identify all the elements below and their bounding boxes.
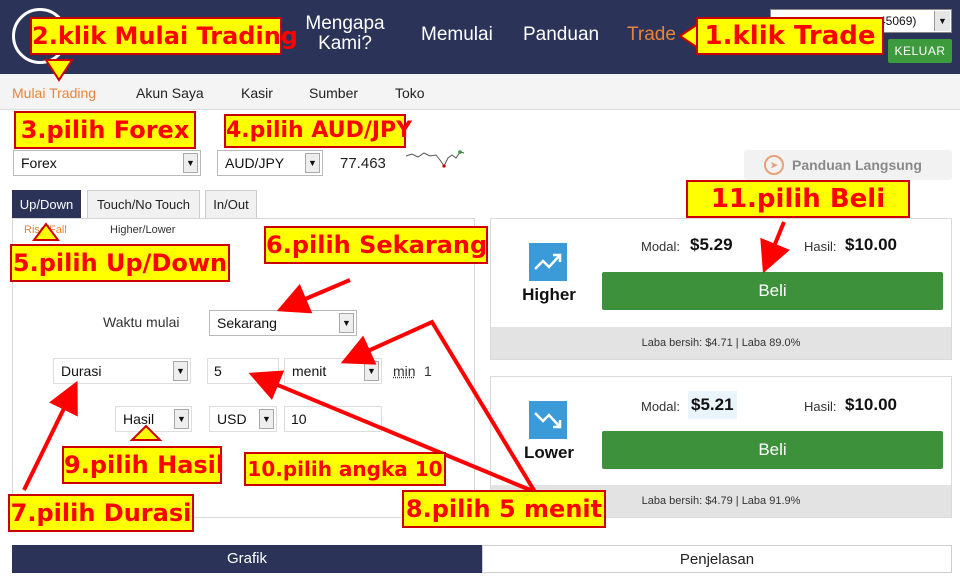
callout-step3: 3.pilih Forex bbox=[14, 111, 196, 149]
callout-step9: 9.pilih Hasil bbox=[62, 446, 224, 484]
callout-step7: 7.pilih Durasi bbox=[8, 494, 194, 532]
arrow-step6 bbox=[276, 278, 351, 314]
callout-step5: 5.pilih Up/Down bbox=[10, 244, 230, 282]
callout-step4: 4.pilih AUD/JPY bbox=[224, 114, 412, 148]
callout-pointer bbox=[129, 424, 163, 441]
callout-step2: 2.klik Mulai Trading bbox=[30, 17, 298, 55]
callout-pointer bbox=[44, 59, 74, 82]
callout-step6: 6.pilih Sekarang bbox=[264, 226, 488, 264]
arrow-step11 bbox=[760, 221, 790, 274]
callout-step1: 1.klik Trade bbox=[696, 17, 884, 55]
callout-step10: 10.pilih angka 10 bbox=[244, 452, 446, 486]
callout-step8: 8.pilih 5 menit bbox=[402, 490, 606, 528]
callout-step11: 11.pilih Beli bbox=[686, 180, 910, 218]
callout-pointer bbox=[32, 222, 60, 241]
